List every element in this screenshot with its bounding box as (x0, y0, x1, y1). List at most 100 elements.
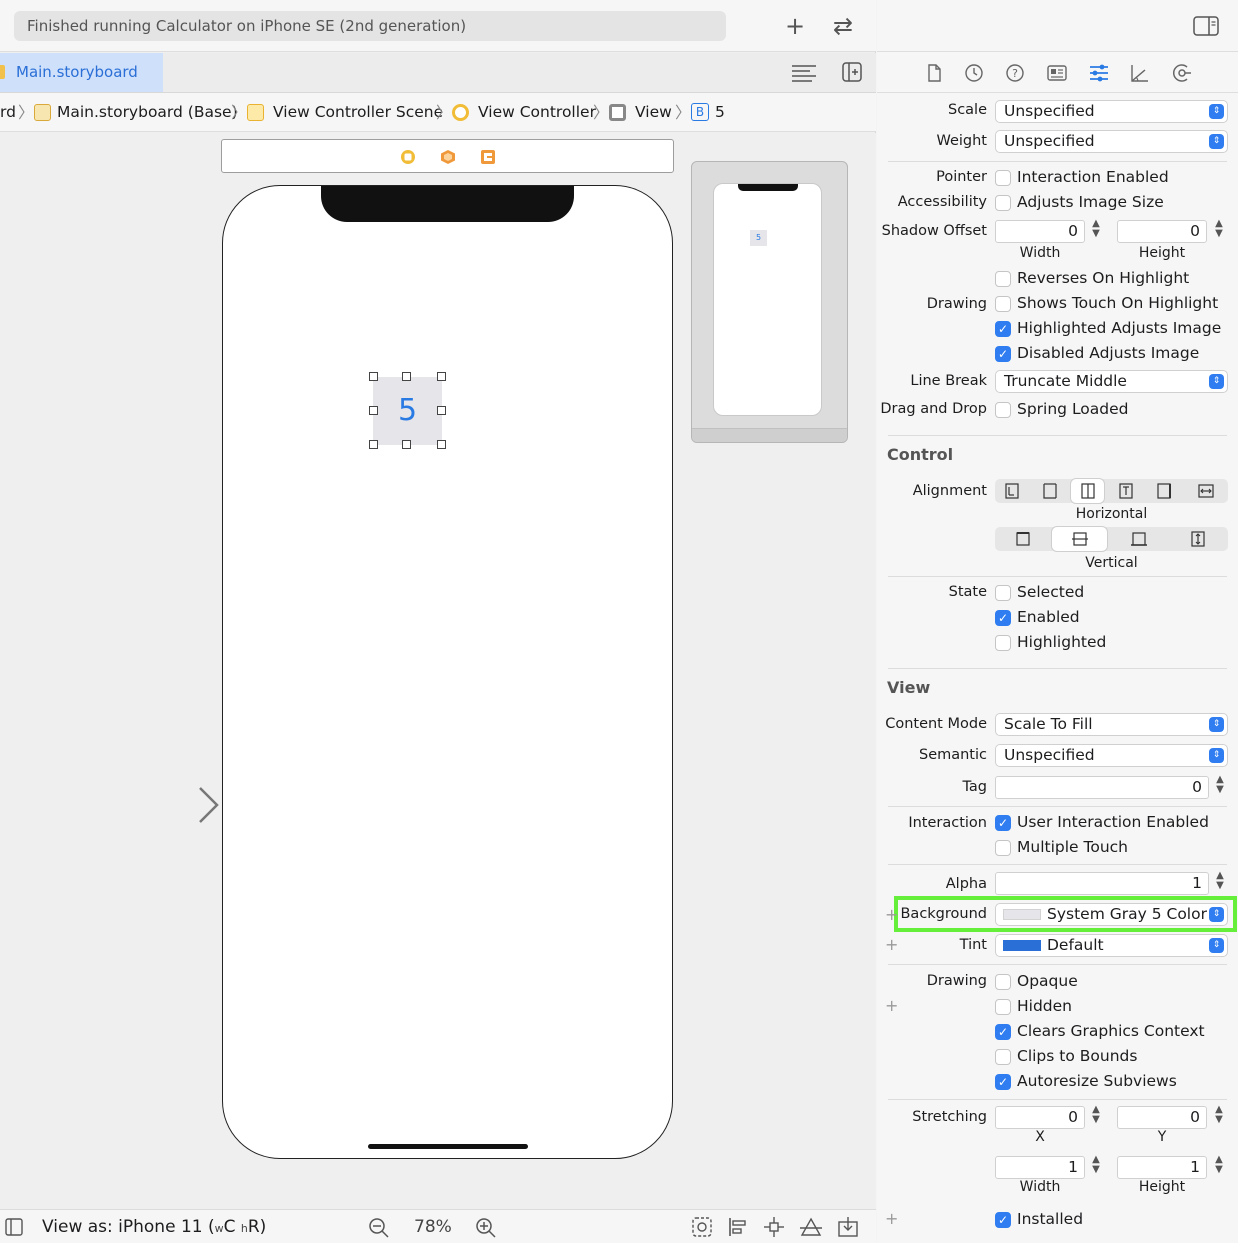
help-inspector-icon[interactable]: ? (1004, 62, 1026, 84)
document-outline-toggle-icon[interactable] (5, 1218, 23, 1236)
update-frames-icon[interactable] (691, 1216, 713, 1238)
shadow-width-stepper[interactable]: ▲ ▼ (1089, 219, 1103, 243)
adjusts-image-size-checkbox[interactable] (995, 195, 1011, 211)
resize-handle[interactable] (437, 372, 446, 381)
add-variation-icon[interactable]: + (885, 935, 898, 954)
hidden-checkbox[interactable] (995, 999, 1011, 1015)
resolve-issues-icon[interactable] (799, 1216, 823, 1238)
resize-handle[interactable] (437, 406, 446, 415)
breadcrumb-item-view[interactable]: View (635, 93, 672, 132)
breadcrumb-item-project[interactable]: rd (0, 93, 16, 132)
tag-stepper[interactable]: ▲ ▼ (1213, 775, 1227, 799)
disabled-adjusts-image-checkbox[interactable]: ✓ (995, 346, 1011, 362)
highlighted-checkbox[interactable] (995, 635, 1011, 651)
pointer-interaction-checkbox[interactable] (995, 170, 1011, 186)
selected-checkbox[interactable] (995, 585, 1011, 601)
scene-dock[interactable] (221, 139, 674, 173)
zoom-out-icon[interactable] (368, 1217, 390, 1239)
breadcrumb-item-storyboard[interactable]: Main.storyboard (Base) (57, 93, 238, 132)
tag-field[interactable]: 0 (995, 776, 1209, 799)
exit-icon[interactable] (480, 149, 496, 165)
tint-color-popup[interactable]: Default ⇕ (995, 934, 1228, 957)
code-review-icon[interactable]: ⇄ (829, 12, 857, 40)
add-variation-icon[interactable]: + (885, 905, 898, 924)
calculator-button-5[interactable]: 5 (373, 377, 442, 445)
spring-loaded-checkbox[interactable] (995, 402, 1011, 418)
opaque-checkbox[interactable] (995, 974, 1011, 990)
alpha-field[interactable]: 1 (995, 872, 1209, 895)
editor-options-icon[interactable] (790, 63, 818, 83)
resize-handle[interactable] (437, 440, 446, 449)
breadcrumb-item-view-controller[interactable]: View Controller (478, 93, 596, 132)
file-inspector-icon[interactable] (923, 62, 945, 84)
stretch-width-stepper[interactable]: ▲ ▼ (1089, 1155, 1103, 1179)
history-inspector-icon[interactable] (963, 62, 985, 84)
tab-main-storyboard[interactable]: Main.storyboard (0, 53, 163, 92)
add-library-icon[interactable]: + (781, 12, 809, 40)
add-variation-icon[interactable]: + (885, 1209, 898, 1228)
toggle-inspector-icon[interactable] (1193, 16, 1219, 36)
embed-in-icon[interactable] (837, 1216, 859, 1238)
view-as-device-button[interactable]: View as: iPhone 11 (wC hR) (42, 1210, 266, 1243)
identity-inspector-icon[interactable] (1046, 62, 1068, 84)
stretch-x-stepper[interactable]: ▲ ▼ (1089, 1105, 1103, 1129)
highlighted-adjusts-image-checkbox[interactable]: ✓ (995, 321, 1011, 337)
align-center-icon[interactable] (1071, 479, 1104, 503)
initial-view-controller-arrow[interactable] (113, 785, 223, 825)
multiple-touch-checkbox[interactable] (995, 840, 1011, 856)
align-top-icon[interactable] (995, 527, 1050, 551)
enabled-checkbox[interactable]: ✓ (995, 610, 1011, 626)
resize-handle[interactable] (402, 440, 411, 449)
horizontal-alignment-segmented[interactable] (995, 479, 1228, 503)
line-break-popup[interactable]: Truncate Middle ⇕ (995, 370, 1228, 393)
breadcrumb-item-scene[interactable]: View Controller Scene (273, 93, 443, 132)
zoom-in-icon[interactable] (475, 1217, 497, 1239)
scale-popup[interactable]: Unspecified ⇕ (995, 100, 1228, 123)
connections-inspector-icon[interactable] (1171, 62, 1193, 84)
add-variation-icon[interactable]: + (885, 996, 898, 1015)
resize-handle[interactable] (369, 372, 378, 381)
alpha-stepper[interactable]: ▲ ▼ (1213, 871, 1227, 895)
reverses-on-highlight-checkbox[interactable] (995, 271, 1011, 287)
shadow-width-field[interactable]: 0 (995, 220, 1085, 243)
autoresize-checkbox[interactable]: ✓ (995, 1074, 1011, 1090)
attributes-inspector-icon[interactable] (1088, 62, 1110, 84)
align-leading-icon[interactable] (1033, 479, 1066, 503)
shows-touch-checkbox[interactable] (995, 296, 1011, 312)
add-editor-icon[interactable] (842, 62, 862, 82)
vertical-alignment-segmented[interactable] (995, 527, 1228, 551)
stretch-y-stepper[interactable]: ▲ ▼ (1212, 1105, 1226, 1129)
first-responder-icon[interactable] (440, 149, 456, 165)
shadow-height-stepper[interactable]: ▲ ▼ (1212, 219, 1226, 243)
align-fill-icon[interactable] (1188, 479, 1224, 503)
align-vertical-fill-icon[interactable] (1170, 527, 1226, 551)
stretch-height-field[interactable]: 1 (1117, 1156, 1207, 1179)
align-middle-icon[interactable] (1052, 527, 1107, 551)
content-mode-popup[interactable]: Scale To Fill ⇕ (995, 713, 1228, 736)
view-controller-icon[interactable] (400, 149, 416, 165)
semantic-popup[interactable]: Unspecified ⇕ (995, 744, 1228, 767)
user-interaction-checkbox[interactable]: ✓ (995, 815, 1011, 831)
resize-handle[interactable] (402, 372, 411, 381)
stretch-width-field[interactable]: 1 (995, 1156, 1085, 1179)
scene-preview[interactable]: 5 (691, 161, 848, 443)
weight-popup[interactable]: Unspecified ⇕ (995, 130, 1228, 153)
shadow-height-field[interactable]: 0 (1117, 220, 1207, 243)
installed-checkbox[interactable]: ✓ (995, 1212, 1011, 1228)
align-icon[interactable] (727, 1216, 749, 1238)
add-constraints-icon[interactable] (763, 1216, 785, 1238)
stretch-x-field[interactable]: 0 (995, 1106, 1085, 1129)
align-bottom-icon[interactable] (1111, 527, 1166, 551)
storyboard-canvas[interactable]: 5 (0, 133, 876, 1209)
breadcrumb-item-button[interactable]: 5 (715, 93, 725, 132)
resize-handle[interactable] (369, 440, 378, 449)
background-color-popup[interactable]: System Gray 5 Color ⇕ (995, 903, 1228, 926)
align-left-icon[interactable] (995, 479, 1028, 503)
align-trailing-icon[interactable] (1147, 479, 1180, 503)
clears-graphics-checkbox[interactable]: ✓ (995, 1024, 1011, 1040)
stretch-y-field[interactable]: 0 (1117, 1106, 1207, 1129)
device-frame[interactable] (222, 185, 673, 1159)
resize-handle[interactable] (369, 406, 378, 415)
clips-to-bounds-checkbox[interactable] (995, 1049, 1011, 1065)
stretch-height-stepper[interactable]: ▲ ▼ (1212, 1155, 1226, 1179)
